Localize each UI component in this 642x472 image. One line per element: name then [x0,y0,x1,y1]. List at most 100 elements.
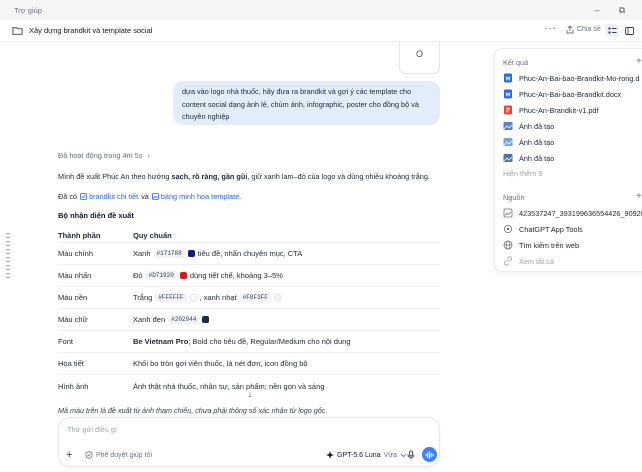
model-tier: Vừa [383,451,397,459]
result-item[interactable]: Phuc-An-Bai-bao-Brandkit.docx [503,89,621,99]
maximize-button[interactable]: ⧉ [615,3,629,17]
waveform-icon [425,450,434,459]
more-options-button[interactable]: ··· [544,23,557,34]
source-item[interactable]: 423537247_393199636554426_909202 [503,208,642,218]
row-value: Đỏ #D71920 dùng tiết chế, khoảng 3–5% [133,271,440,280]
previous-card-text: O [415,49,423,59]
add-attachment-button[interactable]: + [66,450,72,461]
message-composer[interactable]: Thử gửi điều gì + Phê duyệt giúp tôi GPT… [58,417,440,467]
source-label: Xem tất cả [519,256,554,266]
table-row: Màu chính Xanh #171788 tiêu đề, nhấn chu… [58,243,440,265]
approval-mode-button[interactable]: Phê duyệt giúp tôi [85,451,152,459]
voice-send-button[interactable] [422,447,437,462]
share-label: Chia sẻ [577,26,601,33]
color-code: #D71920 [145,271,177,280]
result-label: Phuc-An-Brandkit-v1.pdf [519,105,599,115]
table-row: Màu chữ Xanh đen #202944 [58,309,440,331]
result-item[interactable]: Phuc-An-Brandkit-v1.pdf [503,105,599,115]
window-titlebar: Trợ giúp – ⧉ [0,0,642,20]
model-selector[interactable]: GPT-5.6 Luna Vừa [326,451,407,459]
model-name: GPT-5.6 Luna [337,451,381,459]
result-item[interactable]: Ảnh đã tạo [503,153,554,163]
add-result-button[interactable]: + [636,57,642,67]
source-label: 423537247_393199636554426_909202 [519,208,642,218]
table-header-row: Thành phần Quy chuẩn [58,228,440,243]
template-link[interactable]: bảng minh họa template [151,192,239,201]
activity-label: Đã hoạt động trong 4m 5s [58,151,143,160]
sidebar-toggle-button[interactable] [622,24,636,37]
result-label: Phuc-An-Bai-bao-Brandkit.docx [519,89,622,99]
result-label: Ảnh đã tạo [519,153,555,163]
row-name: Màu chính [58,249,94,258]
assistant-intro: Mình đề xuất Phúc An theo hướng sạch, rõ… [58,172,430,181]
color-code: #202944 [168,315,200,324]
source-item[interactable]: Tìm kiếm trên web [503,240,579,250]
source-item[interactable]: ChatGPT App Tools [503,224,583,234]
image-thumb-icon [503,122,513,130]
minimize-button[interactable]: – [590,3,604,17]
row-value: Trắng #FFFFFF , xanh nhạt #F0F3FF [133,293,440,302]
table-row: Họa tiết Khối bo tròn gợi viên thuốc, lá… [58,353,440,375]
image-thumb-icon [503,138,513,146]
sparkle-icon [326,451,334,459]
activity-toggle[interactable]: Đã hoạt động trong 4m 5s › [58,151,150,160]
row-value: Xanh #171788 tiêu đề, nhấn chuyên mục, C… [133,249,440,258]
sidebar-icon [624,26,634,35]
color-label: Trắng [133,293,153,302]
previous-message-card: O [399,42,440,74]
row-value: Be Vietnam Pro; Bold cho tiêu đề, Regula… [133,337,440,346]
doc-link-icon [80,193,87,200]
chevron-right-icon: › [147,151,150,160]
font-name: Be Vietnam Pro [133,337,189,346]
share-icon [566,25,574,34]
row-name: Font [58,337,74,346]
color-swatch [202,316,210,323]
image-thumb-icon [503,154,513,162]
conversation-title: Xây dựng brandkit và template social [29,26,153,35]
shield-check-icon [85,451,93,459]
result-item[interactable]: Ảnh đã tạo [503,137,554,147]
section-title: Bộ nhận diện đề xuất [58,211,134,220]
row-name: Hình ảnh [58,381,89,391]
color-code: #171788 [153,249,185,258]
view-all-sources-link[interactable]: Xem tất cả [503,256,554,266]
row-desc: Ảnh thật nhà thuốc, nhân sự, sản phẩm; n… [133,381,325,391]
list-panel-icon [608,27,616,33]
table-header-standard: Quy chuẩn [133,230,172,240]
share-button[interactable]: Chia sẻ [566,25,601,34]
brandkit-link-label: brandkit chi tiết [89,192,139,201]
result-item[interactable]: Phuc-An-Bai-bao-Brandkit-Mo-rong.d [503,73,639,83]
row-desc: dùng tiết chế, khoảng 3–5% [189,271,283,280]
color-swatch [179,272,187,279]
result-label: Ảnh đã tạo [519,137,555,147]
word-doc-icon [504,73,512,83]
brandkit-link[interactable]: brandkit chi tiết [80,192,138,201]
intro-prefix: Mình đề xuất Phúc An theo hướng [58,172,172,181]
result-label: Phuc-An-Bai-bao-Brandkit-Mo-rong.d [519,73,640,83]
color-code: #FFFFFF [155,293,187,302]
docs-suffix: . [239,192,242,201]
toggle-panel-button[interactable] [605,24,619,37]
show-more-results-link[interactable]: Hiện thêm 9 [503,169,542,178]
table-row: Màu nhấn Đỏ #D71920 dùng tiết chế, khoản… [58,265,440,287]
intro-bold: sạch, rõ ràng, gần gũi [171,172,248,181]
scroll-minimap[interactable] [6,230,12,290]
image-link-icon [151,193,159,200]
user-message-bubble: dựa vào logo nhà thuốc, hãy đưa ra brand… [173,81,440,125]
scroll-to-bottom-button[interactable]: ↓ [244,388,256,400]
composer-placeholder[interactable]: Thử gửi điều gì [67,425,117,434]
result-label: Ảnh đã tạo [519,121,555,131]
color-label: Đỏ [133,271,143,280]
color-swatch [187,250,195,257]
image-file-icon [503,208,513,218]
word-doc-icon [504,89,512,99]
result-item[interactable]: Ảnh đã tạo [503,121,554,131]
microphone-icon[interactable] [406,450,416,460]
add-source-button[interactable]: + [636,192,642,202]
globe-icon [503,240,513,250]
color-code-secondary: #F0F3FF [239,293,271,302]
color-label: Xanh [133,249,151,258]
row-desc: tiêu đề, nhấn chuyên mục, CTA [197,249,303,258]
row-name: Họa tiết [58,359,84,368]
table-header-component: Thành phần [58,230,101,240]
